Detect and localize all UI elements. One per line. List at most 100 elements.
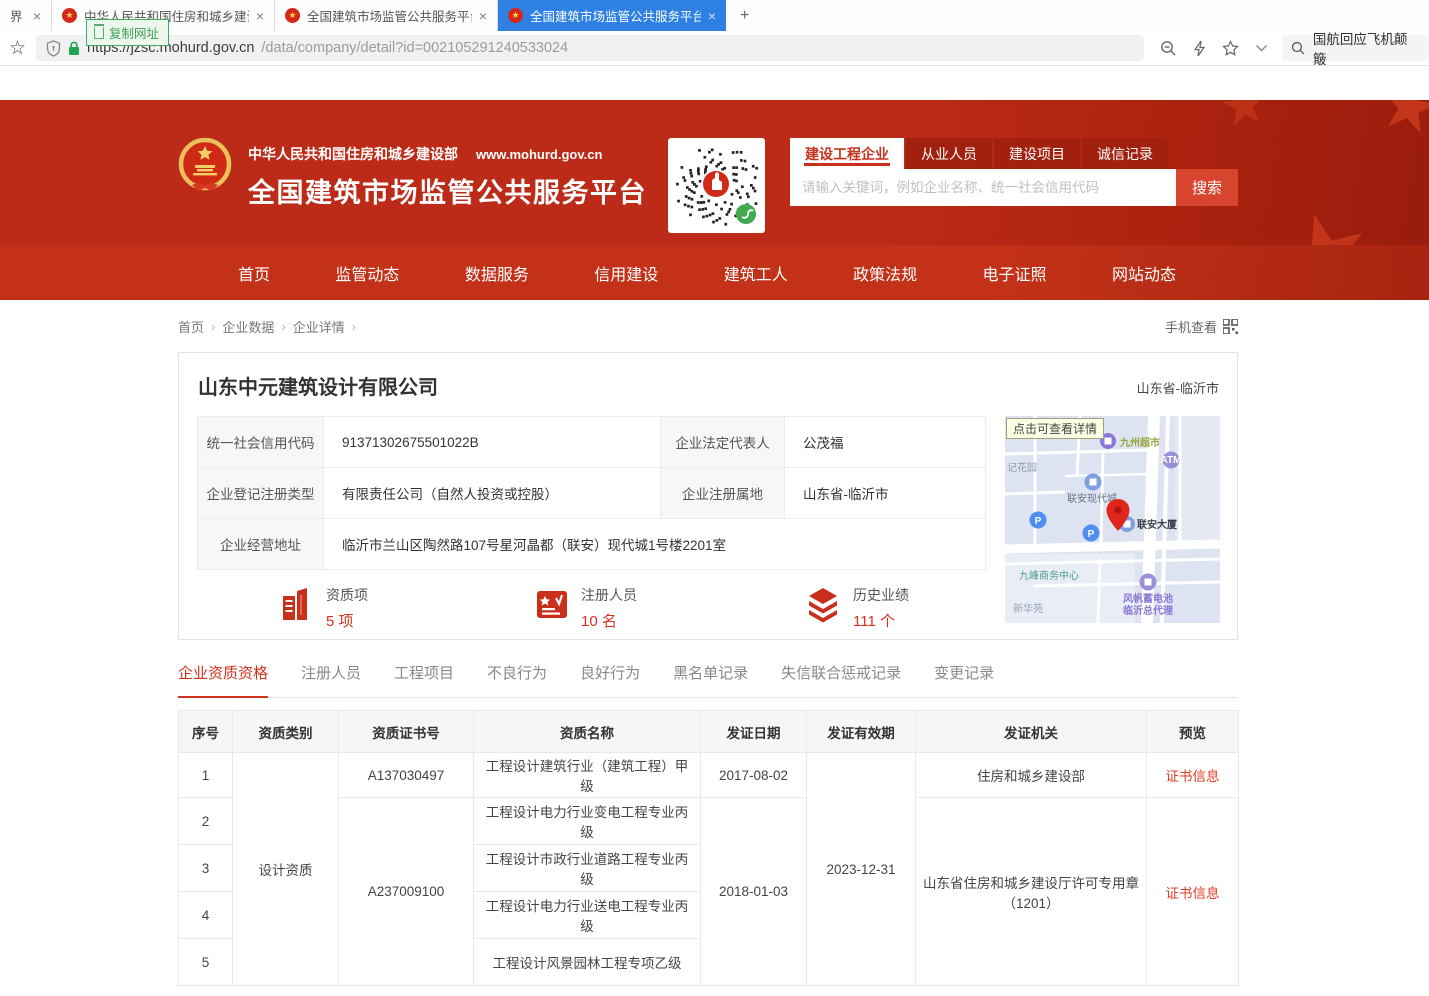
lightning-icon[interactable]	[1193, 40, 1206, 57]
chevron-down-icon[interactable]	[1255, 44, 1268, 52]
nav-item-site-news[interactable]: 网站动态	[1112, 261, 1176, 285]
bookmark-star-icon[interactable]: ☆	[9, 37, 26, 60]
stat-historical-performance[interactable]: 历史业绩 111 个	[804, 585, 909, 631]
breadcrumb-home[interactable]: 首页	[178, 317, 204, 336]
search-icon	[1291, 41, 1305, 55]
ministry-url: www.mohurd.gov.cn	[476, 147, 602, 162]
stat-value: 5 项	[326, 610, 368, 631]
field-label: 企业登记注册类型	[198, 468, 324, 519]
quick-search-text: 国航回应飞机颠簸	[1313, 28, 1420, 68]
svg-text:风帆蓄电池: 风帆蓄电池	[1123, 592, 1173, 605]
tab-dishonesty-records[interactable]: 失信联合惩戒记录	[781, 662, 901, 697]
close-icon[interactable]	[708, 8, 716, 24]
close-icon[interactable]	[256, 8, 264, 24]
star-decoration-icon: ★	[1261, 180, 1388, 245]
company-name: 山东中元建筑设计有限公司	[198, 371, 438, 400]
emblem-favicon-icon: ★	[62, 8, 77, 23]
stat-value: 10 名	[581, 610, 637, 631]
zoom-out-icon[interactable]	[1160, 40, 1177, 57]
svg-text:记花园: 记花园	[1007, 461, 1037, 474]
qualification-category-cell: 设计资质	[233, 753, 339, 986]
page-root: { "browser": { "tab_partial": "界", "tabs…	[0, 0, 1429, 996]
header-search-panel: 建设工程企业 从业人员 建设项目 诚信记录 搜索	[790, 138, 1238, 206]
emblem-favicon-icon: ★	[285, 8, 300, 23]
tab-bad-behavior[interactable]: 不良行为	[487, 662, 547, 697]
nav-item-supervision[interactable]: 监管动态	[335, 261, 399, 285]
field-value: 临沂市兰山区陶然路107号星河晶都（联安）现代城1号楼2201室	[324, 519, 986, 570]
svg-text:新华苑: 新华苑	[1013, 602, 1043, 615]
tab-change-records[interactable]: 变更记录	[934, 662, 994, 697]
performance-layers-icon	[804, 585, 842, 623]
url-field[interactable]: https://jzsc.mohurd.gov.cn/data/company/…	[36, 35, 1144, 61]
shield-icon[interactable]	[46, 40, 61, 57]
stat-label: 资质项	[326, 585, 368, 605]
site-header: ★ ★ ★ 中华人民共和国住房和城乡建设部 www.mohurd.gov.cn …	[0, 100, 1429, 245]
table-row: 1 设计资质 A137030497 工程设计建筑行业（建筑工程）甲级 2017-…	[179, 753, 1239, 798]
personnel-card-icon	[534, 585, 570, 623]
tab-good-behavior[interactable]: 良好行为	[580, 662, 640, 697]
browser-tab-bar: 界 ★ 中华人民共和国住房和城乡建设 ★ 全国建筑市场监管公共服务平台 ★ 全国…	[0, 0, 1429, 31]
header-qr-code	[668, 138, 765, 233]
browser-quick-search[interactable]: 国航回应飞机颠簸	[1282, 35, 1429, 61]
lock-icon[interactable]	[68, 41, 80, 56]
close-icon[interactable]	[479, 8, 487, 24]
nav-item-certificates[interactable]: 电子证照	[983, 261, 1047, 285]
stat-value: 111 个	[853, 610, 909, 631]
field-value: 公茂福	[785, 417, 986, 468]
page-content: 首页 企业数据 企业详情 手机查看 山东中元建筑设计有限公司 山东省-临沂市 统…	[178, 300, 1238, 986]
national-emblem-icon	[178, 138, 232, 194]
search-tab-project[interactable]: 建设项目	[994, 138, 1080, 169]
star-decoration-icon: ★	[1370, 100, 1429, 153]
field-label: 统一社会信用代码	[198, 417, 324, 468]
company-region: 山东省-临沂市	[1137, 378, 1219, 397]
breadcrumb-company-data[interactable]: 企业数据	[222, 317, 274, 336]
company-summary-card: 山东中元建筑设计有限公司 山东省-临沂市 统一社会信用代码 9137130267…	[178, 352, 1238, 640]
copy-url-tooltip: 复制网址	[86, 19, 169, 46]
stat-qualifications[interactable]: 资质项 5 项	[279, 585, 368, 631]
search-tab-personnel[interactable]: 从业人员	[906, 138, 992, 169]
svg-text:P: P	[1088, 529, 1095, 540]
svg-text:临沂总代理: 临沂总代理	[1123, 604, 1173, 617]
browser-tab-partial[interactable]: 界	[0, 0, 52, 31]
field-label: 企业经营地址	[198, 519, 324, 570]
certificate-info-link[interactable]: 证书信息	[1166, 769, 1220, 784]
svg-text:九州超市: 九州超市	[1119, 436, 1160, 449]
tab-qualifications[interactable]: 企业资质资格	[178, 662, 268, 698]
company-info-table: 统一社会信用代码 91371302675501022B 企业法定代表人 公茂福 …	[197, 416, 986, 570]
svg-text:ATM: ATM	[1161, 455, 1182, 466]
svg-text:P: P	[1035, 516, 1042, 527]
tab-registered-personnel[interactable]: 注册人员	[301, 662, 361, 697]
search-tab-credit[interactable]: 诚信记录	[1082, 138, 1168, 169]
certificate-info-link[interactable]: 证书信息	[1166, 886, 1220, 901]
nav-item-credit[interactable]: 信用建设	[594, 261, 658, 285]
chevron-right-icon	[281, 319, 285, 334]
field-label: 企业注册属地	[661, 468, 785, 519]
nav-item-data-service[interactable]: 数据服务	[465, 261, 529, 285]
mobile-view-button[interactable]: 手机查看	[1165, 317, 1238, 336]
qualification-table: 序号 资质类别 资质证书号 资质名称 发证日期 发证有效期 发证机关 预览 1 …	[178, 710, 1239, 986]
tab-blacklist[interactable]: 黑名单记录	[673, 662, 748, 697]
browser-tab-jzsc-active[interactable]: ★ 全国建筑市场监管公共服务平台	[498, 0, 726, 31]
new-tab-button[interactable]	[726, 0, 763, 31]
search-tab-enterprise[interactable]: 建设工程企业	[790, 138, 904, 169]
qualification-building-icon	[279, 585, 315, 623]
qr-code-icon	[1223, 319, 1238, 334]
valid-until-cell: 2023-12-31	[807, 753, 916, 986]
browser-tab-jzsc-1[interactable]: ★ 全国建筑市场监管公共服务平台	[275, 0, 498, 31]
favorites-star-icon[interactable]	[1222, 40, 1239, 56]
nav-item-workers[interactable]: 建筑工人	[724, 261, 788, 285]
company-location-map[interactable]: 点击可查看详情	[1005, 416, 1220, 623]
stat-registered-personnel[interactable]: 注册人员 10 名	[534, 585, 637, 631]
field-value: 91371302675501022B	[324, 417, 661, 468]
detail-tabs: 企业资质资格 注册人员 工程项目 不良行为 良好行为 黑名单记录 失信联合惩戒记…	[178, 662, 1238, 698]
field-value: 山东省-临沂市	[785, 468, 986, 519]
tab-projects[interactable]: 工程项目	[394, 662, 454, 697]
svg-text:联安大厦: 联安大厦	[1137, 518, 1178, 531]
close-icon[interactable]	[33, 8, 41, 24]
svg-text:九峰商务中心: 九峰商务中心	[1019, 569, 1079, 582]
breadcrumb-company-detail[interactable]: 企业详情	[293, 317, 345, 336]
keyword-search-input[interactable]	[790, 169, 1176, 206]
nav-item-policy[interactable]: 政策法规	[853, 261, 917, 285]
search-button[interactable]: 搜索	[1176, 169, 1238, 206]
nav-item-home[interactable]: 首页	[238, 261, 270, 285]
